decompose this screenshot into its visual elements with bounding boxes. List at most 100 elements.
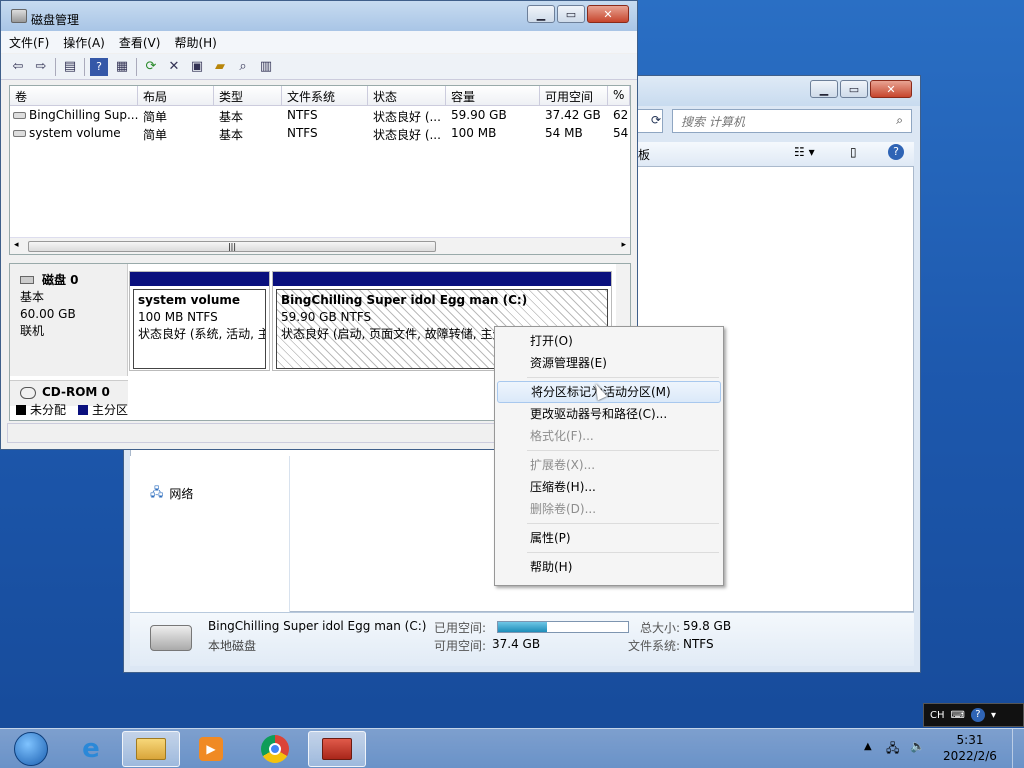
help-icon[interactable]: ?	[90, 57, 108, 76]
nav-item-network[interactable]: 🖧 网络	[150, 483, 193, 504]
menu-help[interactable]: 帮助(H)	[174, 34, 216, 51]
col-status[interactable]: 状态	[368, 86, 446, 105]
clock[interactable]: 5:31 2022/2/6	[934, 732, 1006, 764]
toolbox-icon	[322, 738, 352, 760]
network-icon: 🖧	[150, 485, 164, 499]
taskbar-media-player[interactable]: ▶	[182, 731, 240, 767]
search-icon[interactable]: ⌕	[234, 58, 252, 76]
total-label: 总大小:	[640, 621, 681, 635]
col-volume[interactable]: 卷	[10, 86, 138, 105]
used-space-bar	[497, 621, 629, 633]
partition-system-volume[interactable]: system volume 100 MB NTFS 状态良好 (系统, 活动, …	[129, 271, 270, 371]
app-icon	[11, 9, 27, 23]
drive-name: BingChilling Super idol Egg man (C:)	[208, 619, 427, 633]
context-menu-item: 删除卷(D)...	[530, 502, 597, 516]
preview-pane-icon[interactable]: ▯	[850, 145, 857, 159]
open-folder-icon[interactable]: ▰	[211, 58, 229, 76]
toolbar-divider	[136, 57, 137, 76]
delete-icon[interactable]: ✕	[165, 58, 183, 76]
scrollbar-thumb[interactable]: |||	[28, 241, 436, 252]
console-tree-icon[interactable]: ▤	[61, 58, 79, 76]
context-menu-item[interactable]: 将分区标记为活动分区(M)	[497, 381, 721, 403]
start-button[interactable]	[2, 731, 60, 767]
toolbar-fragment[interactable]: 板	[638, 146, 650, 163]
cell-percent: 54	[613, 126, 629, 140]
partition-status: 状态良好 (系统, 活动, 主	[138, 327, 266, 341]
clock-date: 2022/2/6	[943, 749, 997, 763]
context-menu: 打开(O) 资源管理器(E) 将分区标记为活动分区(M) 更改驱动器号和路径(C)..…	[494, 326, 724, 586]
col-filesystem[interactable]: 文件系统	[282, 86, 368, 105]
legend-unallocated: 未分配	[30, 403, 67, 417]
col-type[interactable]: 类型	[214, 86, 282, 105]
legend-swatch-primary	[78, 404, 89, 415]
langbar-options-icon[interactable]: ▾	[991, 710, 996, 721]
context-menu-item[interactable]: 打开(O)	[497, 330, 721, 352]
media-player-icon: ▶	[199, 737, 223, 761]
keyboard-icon[interactable]: ⌨	[951, 710, 965, 721]
cell-capacity: 100 MB	[451, 126, 497, 140]
context-menu-item[interactable]: 资源管理器(E)	[497, 352, 721, 374]
dm-maximize-button[interactable]: ▭	[557, 5, 585, 23]
show-desktop-button[interactable]	[1012, 729, 1024, 768]
help-icon[interactable]: ?	[888, 144, 904, 160]
menu-separator	[527, 377, 719, 378]
context-menu-item: 格式化(F)...	[530, 429, 594, 443]
menu-file[interactable]: 文件(F)	[9, 34, 49, 51]
dm-close-button[interactable]: ✕	[587, 5, 629, 23]
partition-color-bar	[130, 272, 269, 286]
col-layout[interactable]: 布局	[138, 86, 214, 105]
disk0-label[interactable]: 磁盘 0 基本 60.00 GB 联机	[10, 264, 128, 376]
col-percent[interactable]: %	[608, 86, 630, 105]
menu-view[interactable]: 查看(V)	[119, 34, 161, 51]
volume-icon	[13, 112, 26, 119]
network-status-icon[interactable]: 🖧	[886, 739, 899, 760]
cell-type: 基本	[219, 128, 244, 142]
dm-titlebar: 磁盘管理 ▁ ▭ ✕	[1, 1, 637, 31]
windows-logo-icon	[14, 732, 48, 766]
scroll-left-icon[interactable]: ◂	[14, 240, 19, 250]
context-menu-item[interactable]: 更改驱动器号和路径(C)...	[497, 403, 721, 425]
cdrom-name: CD-ROM 0	[42, 385, 110, 399]
fs-value: NTFS	[683, 637, 714, 651]
disk-icon	[20, 276, 34, 284]
context-menu-item[interactable]: 属性(P)	[497, 527, 721, 549]
col-capacity[interactable]: 容量	[446, 86, 540, 105]
properties-icon[interactable]: ▦	[113, 58, 131, 76]
taskbar-ie[interactable]: e	[62, 731, 120, 767]
partition-size: 59.90 GB NTFS	[281, 310, 372, 324]
col-free[interactable]: 可用空间	[540, 86, 608, 105]
scroll-right-icon[interactable]: ▸	[621, 240, 626, 250]
dm-minimize-button[interactable]: ▁	[527, 5, 555, 23]
minimize-button[interactable]: ▁	[810, 80, 838, 98]
taskbar-explorer[interactable]	[122, 731, 180, 767]
taskbar-disk-management[interactable]	[308, 731, 366, 767]
forward-icon[interactable]: ⇨	[32, 58, 50, 76]
horizontal-scrollbar[interactable]: ◂ ||| ▸	[10, 237, 630, 254]
langbar-help-icon[interactable]: ?	[970, 708, 985, 722]
refresh-icon[interactable]: ⟳	[142, 58, 160, 76]
context-menu-item[interactable]: 压缩卷(H)...	[497, 476, 721, 498]
table-row[interactable]: BingChilling Sup... 简单 基本 NTFS 状态良好 (...…	[10, 106, 630, 124]
show-hidden-icons-icon[interactable]: ▲	[864, 741, 872, 752]
volume-muted-icon[interactable]: 🔈	[910, 739, 925, 753]
maximize-button[interactable]: ▭	[840, 80, 868, 98]
search-input[interactable]: 搜索 计算机 ⌕	[672, 109, 912, 133]
close-button[interactable]: ✕	[870, 80, 912, 98]
properties-sheet-icon[interactable]: ▣	[188, 58, 206, 76]
search-icon: ⌕	[896, 113, 903, 127]
language-indicator[interactable]: CH	[930, 710, 945, 721]
taskbar: e ▶ ▲ 🖧 🔈 5:31 2022/2/6	[0, 728, 1024, 768]
legend: 未分配 主分区	[16, 401, 128, 418]
taskbar-chrome[interactable]	[246, 731, 304, 767]
view-options-icon[interactable]: ☷ ▾	[794, 145, 815, 159]
context-menu-item[interactable]: 帮助(H)	[497, 556, 721, 578]
cdrom-icon	[20, 386, 36, 399]
partition-name: BingChilling Super idol Egg man (C:)	[281, 293, 528, 307]
view-icon[interactable]: ▥	[257, 58, 275, 76]
table-row[interactable]: system volume 简单 基本 NTFS 状态良好 (... 100 M…	[10, 124, 630, 142]
toolbar-divider	[55, 57, 56, 76]
back-icon[interactable]: ⇦	[9, 58, 27, 76]
refresh-icon[interactable]: ⟳	[651, 113, 661, 127]
menu-action[interactable]: 操作(A)	[63, 34, 105, 51]
cell-capacity: 59.90 GB	[451, 108, 507, 122]
